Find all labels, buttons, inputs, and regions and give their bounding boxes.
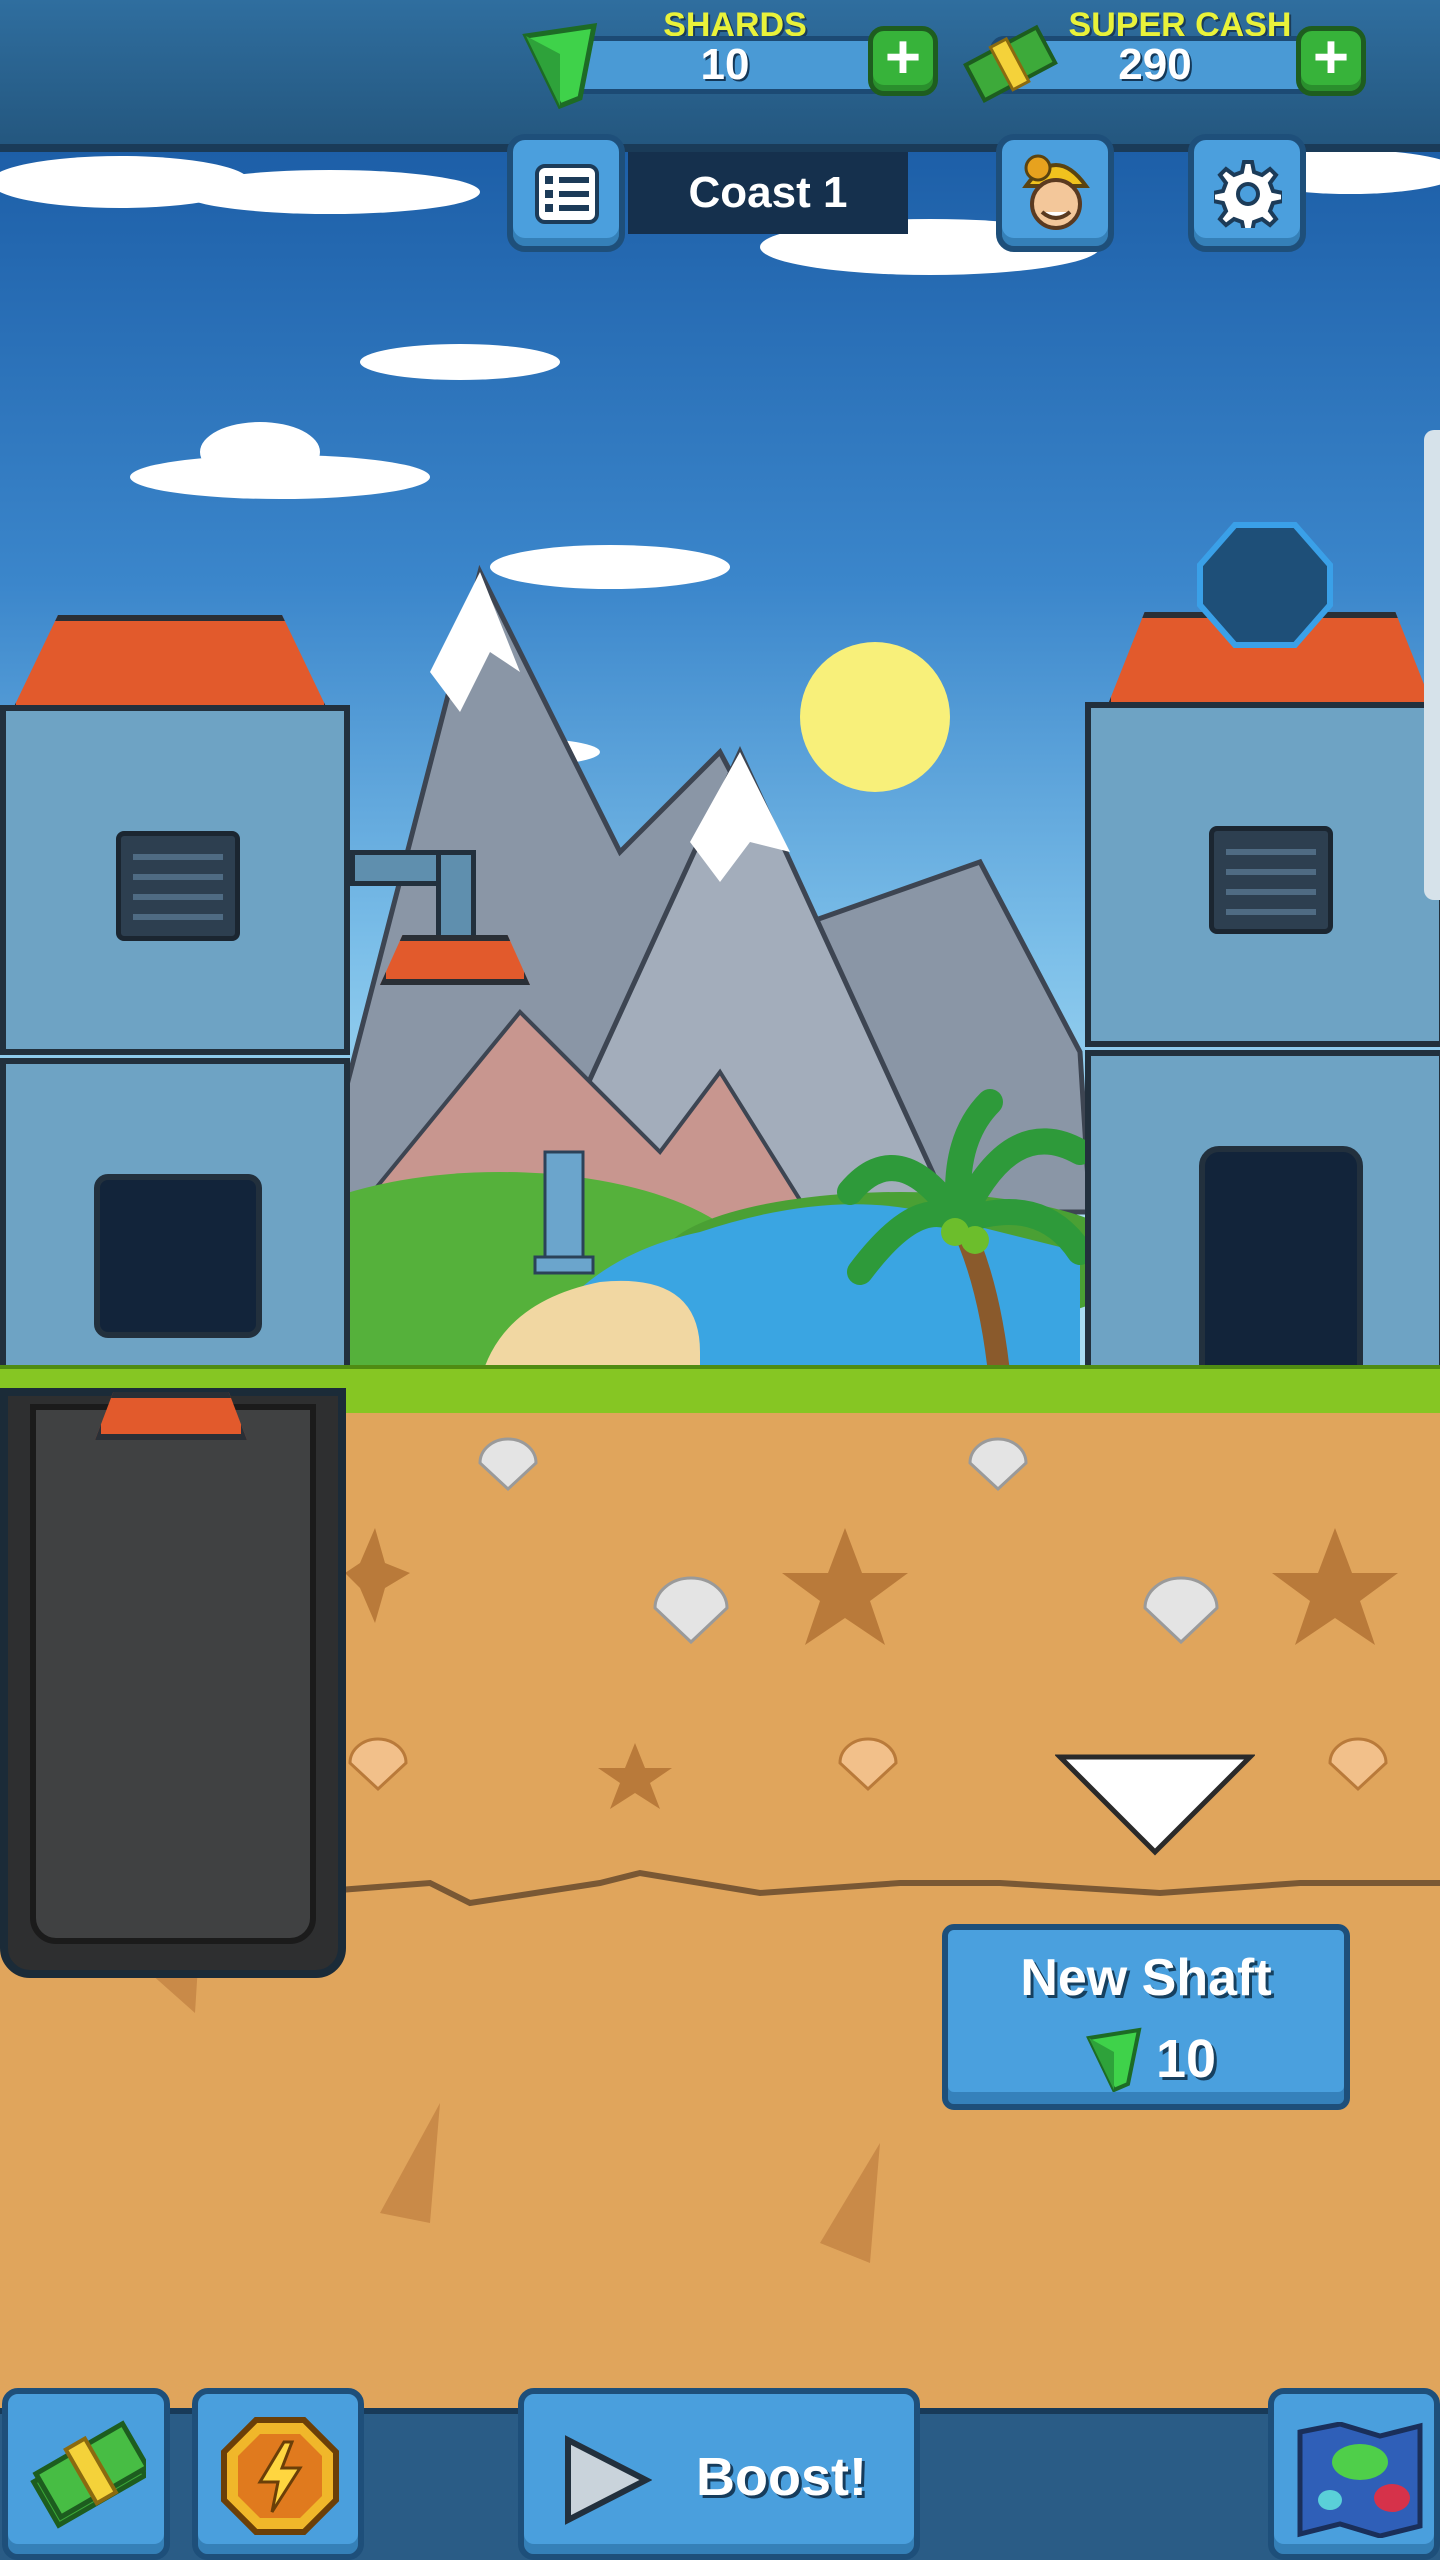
vent <box>1209 826 1333 934</box>
warehouse-lower <box>0 1058 350 1388</box>
mine-name: Coast 1 <box>628 152 908 234</box>
profile-button[interactable] <box>996 134 1114 252</box>
vent <box>116 831 240 941</box>
add-shards-button[interactable]: + <box>868 26 938 96</box>
mine-list-button[interactable] <box>507 134 625 252</box>
elevator-window[interactable] <box>94 1174 262 1338</box>
shop-button[interactable] <box>2 2388 170 2560</box>
gear-icon <box>1214 160 1282 228</box>
new-shaft-title: New Shaft <box>1020 1949 1272 2007</box>
elevator-shaft <box>0 1388 346 1978</box>
shaft-house-upper <box>1085 702 1440 1047</box>
boost-coin-button[interactable] <box>192 2388 364 2560</box>
world-map-button[interactable] <box>1268 2388 1440 2560</box>
shard-icon <box>522 23 598 110</box>
top-hud: SHARDS 10 + SUPER CASH 290 + <box>0 0 1440 152</box>
down-arrow-icon[interactable] <box>1055 1752 1255 1857</box>
side-scrollbar[interactable] <box>1424 430 1440 900</box>
settings-button[interactable] <box>1188 134 1306 252</box>
add-super-cash-button[interactable]: + <box>1296 26 1366 96</box>
shaft-door[interactable] <box>1199 1146 1363 1396</box>
pipe-funnel <box>380 935 530 985</box>
left-building-roof <box>10 615 330 715</box>
boost-label: Boost! <box>696 2447 867 2507</box>
list-icon <box>535 164 599 224</box>
map-icon <box>1297 2422 1423 2538</box>
bolt-coin-icon <box>221 2417 339 2535</box>
cash-icon <box>30 2420 146 2529</box>
shards-value: 10 <box>560 36 890 94</box>
new-shaft-button[interactable]: New Shaft 10 <box>942 1924 1350 2110</box>
elevator-shaft-inner <box>30 1404 316 1944</box>
new-shaft-cost: 10 <box>1156 2029 1217 2089</box>
avatar-icon <box>1022 154 1090 230</box>
cash-icon <box>963 24 1058 104</box>
shard-icon <box>1086 2027 1142 2092</box>
play-icon <box>565 2435 652 2525</box>
boost-button[interactable]: Boost! <box>518 2388 920 2560</box>
pipe-down <box>436 850 476 940</box>
octagon-badge[interactable] <box>1195 520 1335 650</box>
shaft-house-lower <box>1085 1050 1440 1396</box>
elevator-cabin[interactable] <box>95 1392 247 1440</box>
warehouse-upper <box>0 705 350 1055</box>
